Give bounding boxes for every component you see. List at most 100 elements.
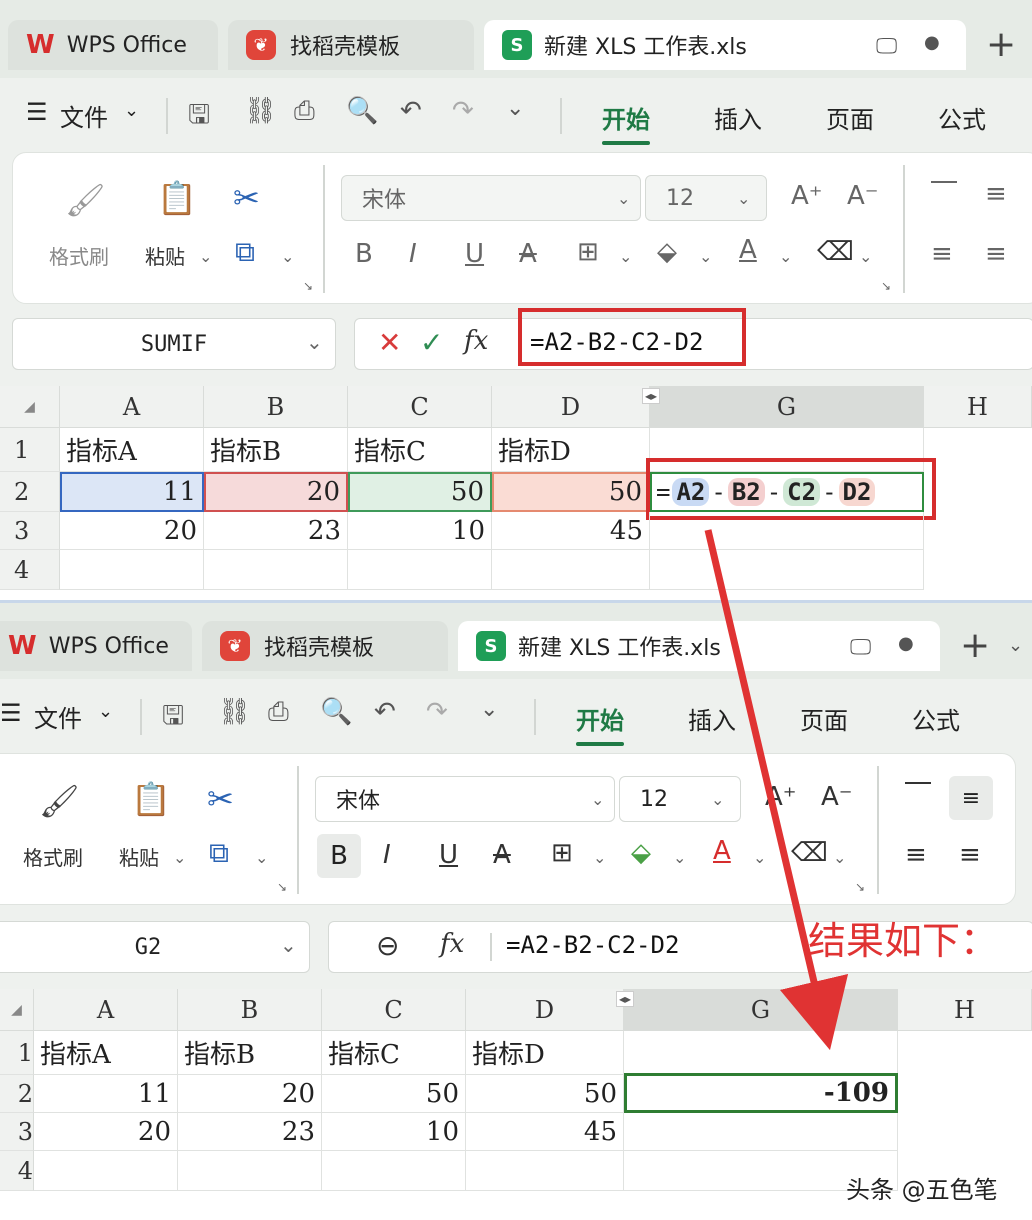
column-header[interactable]: A	[60, 386, 204, 428]
cell-d3[interactable]: 45	[466, 1113, 624, 1151]
font-launcher-icon[interactable]: ↘	[881, 279, 891, 293]
new-tab-button[interactable]: +	[986, 24, 1016, 65]
font-launcher-icon[interactable]: ↘	[855, 880, 865, 894]
cell-b1[interactable]: 指标B	[204, 428, 348, 472]
cell-a4[interactable]	[34, 1151, 178, 1191]
cell-a2[interactable]: 11	[34, 1075, 178, 1113]
tab-template[interactable]: ❦ 找稻壳模板	[228, 20, 474, 70]
menu-page[interactable]: 页面	[800, 701, 848, 736]
cell-a3[interactable]: 20	[60, 512, 204, 550]
increase-font-icon[interactable]: A⁺	[791, 181, 823, 211]
column-header[interactable]: G	[624, 989, 898, 1031]
clear-chevron-icon[interactable]: ⌄	[833, 848, 846, 867]
bold-icon[interactable]: B	[355, 239, 373, 269]
row-header[interactable]: 3	[0, 1113, 34, 1151]
cell-d1[interactable]: 指标D	[466, 1031, 624, 1075]
cell-b2[interactable]: 20	[204, 472, 348, 512]
clear-chevron-icon[interactable]: ⌄	[859, 247, 872, 266]
row-header[interactable]: 2	[0, 472, 60, 512]
cell-c4[interactable]	[348, 550, 492, 590]
hamburger-icon[interactable]: ☰	[26, 98, 48, 126]
strikethrough-icon[interactable]: A	[493, 840, 511, 870]
column-header[interactable]: A	[34, 989, 178, 1031]
cell-d4[interactable]	[492, 550, 650, 590]
italic-icon[interactable]: I	[409, 239, 417, 269]
menu-insert[interactable]: 插入	[714, 100, 762, 135]
bold-button[interactable]: B	[317, 834, 361, 878]
clear-format-icon[interactable]: ⌫	[817, 237, 854, 267]
tab-list-chevron-icon[interactable]: ⌄	[1008, 635, 1023, 656]
row-header[interactable]: 4	[0, 1151, 34, 1191]
save-icon[interactable]: 🖫	[188, 96, 210, 140]
tab-template[interactable]: ❦ 找稻壳模板	[202, 621, 448, 671]
chevron-down-icon[interactable]: ⌄	[98, 701, 113, 722]
paste-icon[interactable]: 📋	[157, 179, 197, 217]
row-header[interactable]: 3	[0, 512, 60, 550]
cell-d4[interactable]	[466, 1151, 624, 1191]
print-icon[interactable]: ⎙	[268, 697, 289, 728]
cell-b3[interactable]: 23	[178, 1113, 322, 1151]
column-header[interactable]: B	[178, 989, 322, 1031]
align-center-icon[interactable]: ≡	[985, 239, 1007, 269]
cell-d2[interactable]: 50	[466, 1075, 624, 1113]
decrease-font-icon[interactable]: A⁻	[821, 782, 853, 812]
column-header[interactable]: B	[204, 386, 348, 428]
monitor-icon[interactable]: 🖵	[876, 34, 897, 59]
tab-wps-office[interactable]: W WPS Office	[0, 621, 192, 671]
more-chevron-icon[interactable]: ⌄	[480, 697, 498, 722]
clipboard-launcher-icon[interactable]: ↘	[277, 880, 287, 894]
align-left-icon[interactable]: ≡	[905, 840, 927, 870]
menu-home[interactable]: 开始	[576, 701, 624, 746]
cell-c1[interactable]: 指标C	[348, 428, 492, 472]
align-left-icon[interactable]: ≡	[931, 239, 953, 269]
cell-c1[interactable]: 指标C	[322, 1031, 466, 1075]
cell-a4[interactable]	[60, 550, 204, 590]
select-all-corner[interactable]: ◢	[0, 989, 34, 1031]
fill-chevron-icon[interactable]: ⌄	[699, 247, 712, 266]
cell-c3[interactable]: 10	[348, 512, 492, 550]
underline-icon[interactable]: U	[465, 239, 484, 269]
align-center-icon[interactable]: ≡	[959, 840, 981, 870]
cell-c3[interactable]: 10	[322, 1113, 466, 1151]
copy-icon[interactable]: ⧉	[209, 836, 229, 870]
decrease-font-icon[interactable]: A⁻	[847, 181, 879, 211]
cell-g1[interactable]	[624, 1031, 898, 1075]
copy-chevron-icon[interactable]: ⌄	[255, 848, 268, 867]
column-header[interactable]: D	[466, 989, 624, 1031]
cell-d2[interactable]: 50	[492, 472, 650, 512]
formula-text[interactable]: =A2-B2-C2-D2	[530, 328, 703, 356]
format-painter-label[interactable]: 格式刷	[23, 842, 83, 871]
clipboard-launcher-icon[interactable]: ↘	[303, 279, 313, 293]
name-box[interactable]: SUMIF	[12, 318, 336, 370]
font-color-icon[interactable]: A	[739, 235, 757, 265]
menu-home[interactable]: 开始	[602, 100, 650, 145]
column-header[interactable]: H	[924, 386, 1032, 428]
print-icon[interactable]: ⎙	[294, 96, 315, 127]
row-header[interactable]: 1	[0, 428, 60, 472]
save-icon[interactable]: 🖫	[162, 697, 184, 741]
cell-g3[interactable]	[650, 512, 924, 550]
hidden-columns-icon[interactable]: ◂▸	[616, 991, 635, 1007]
zoom-formula-icon[interactable]: ⊖	[376, 929, 399, 962]
new-tab-button[interactable]: +	[960, 625, 990, 666]
border-icon[interactable]: ⊞	[577, 237, 599, 267]
redo-icon[interactable]: ↷	[426, 697, 448, 727]
italic-icon[interactable]: I	[383, 840, 391, 870]
menu-insert[interactable]: 插入	[688, 701, 736, 736]
font-size-chevron-icon[interactable]: ⌄	[737, 189, 750, 208]
link-icon[interactable]: ⛓	[218, 697, 251, 727]
file-menu[interactable]: 文件	[34, 699, 82, 734]
cell-g2-result[interactable]: -109	[624, 1073, 898, 1113]
undo-icon[interactable]: ↶	[400, 96, 422, 126]
file-menu[interactable]: 文件	[60, 98, 108, 133]
border-icon[interactable]: ⊞	[551, 838, 573, 868]
paste-chevron-icon[interactable]: ⌄	[173, 848, 186, 867]
paste-icon[interactable]: 📋	[131, 780, 171, 818]
cell-a3[interactable]: 20	[34, 1113, 178, 1151]
paste-chevron-icon[interactable]: ⌄	[199, 247, 212, 266]
column-header[interactable]: C	[348, 386, 492, 428]
link-icon[interactable]: ⛓	[244, 96, 277, 126]
column-header[interactable]: D	[492, 386, 650, 428]
cell-a1[interactable]: 指标A	[60, 428, 204, 472]
cell-g4[interactable]	[650, 550, 924, 590]
